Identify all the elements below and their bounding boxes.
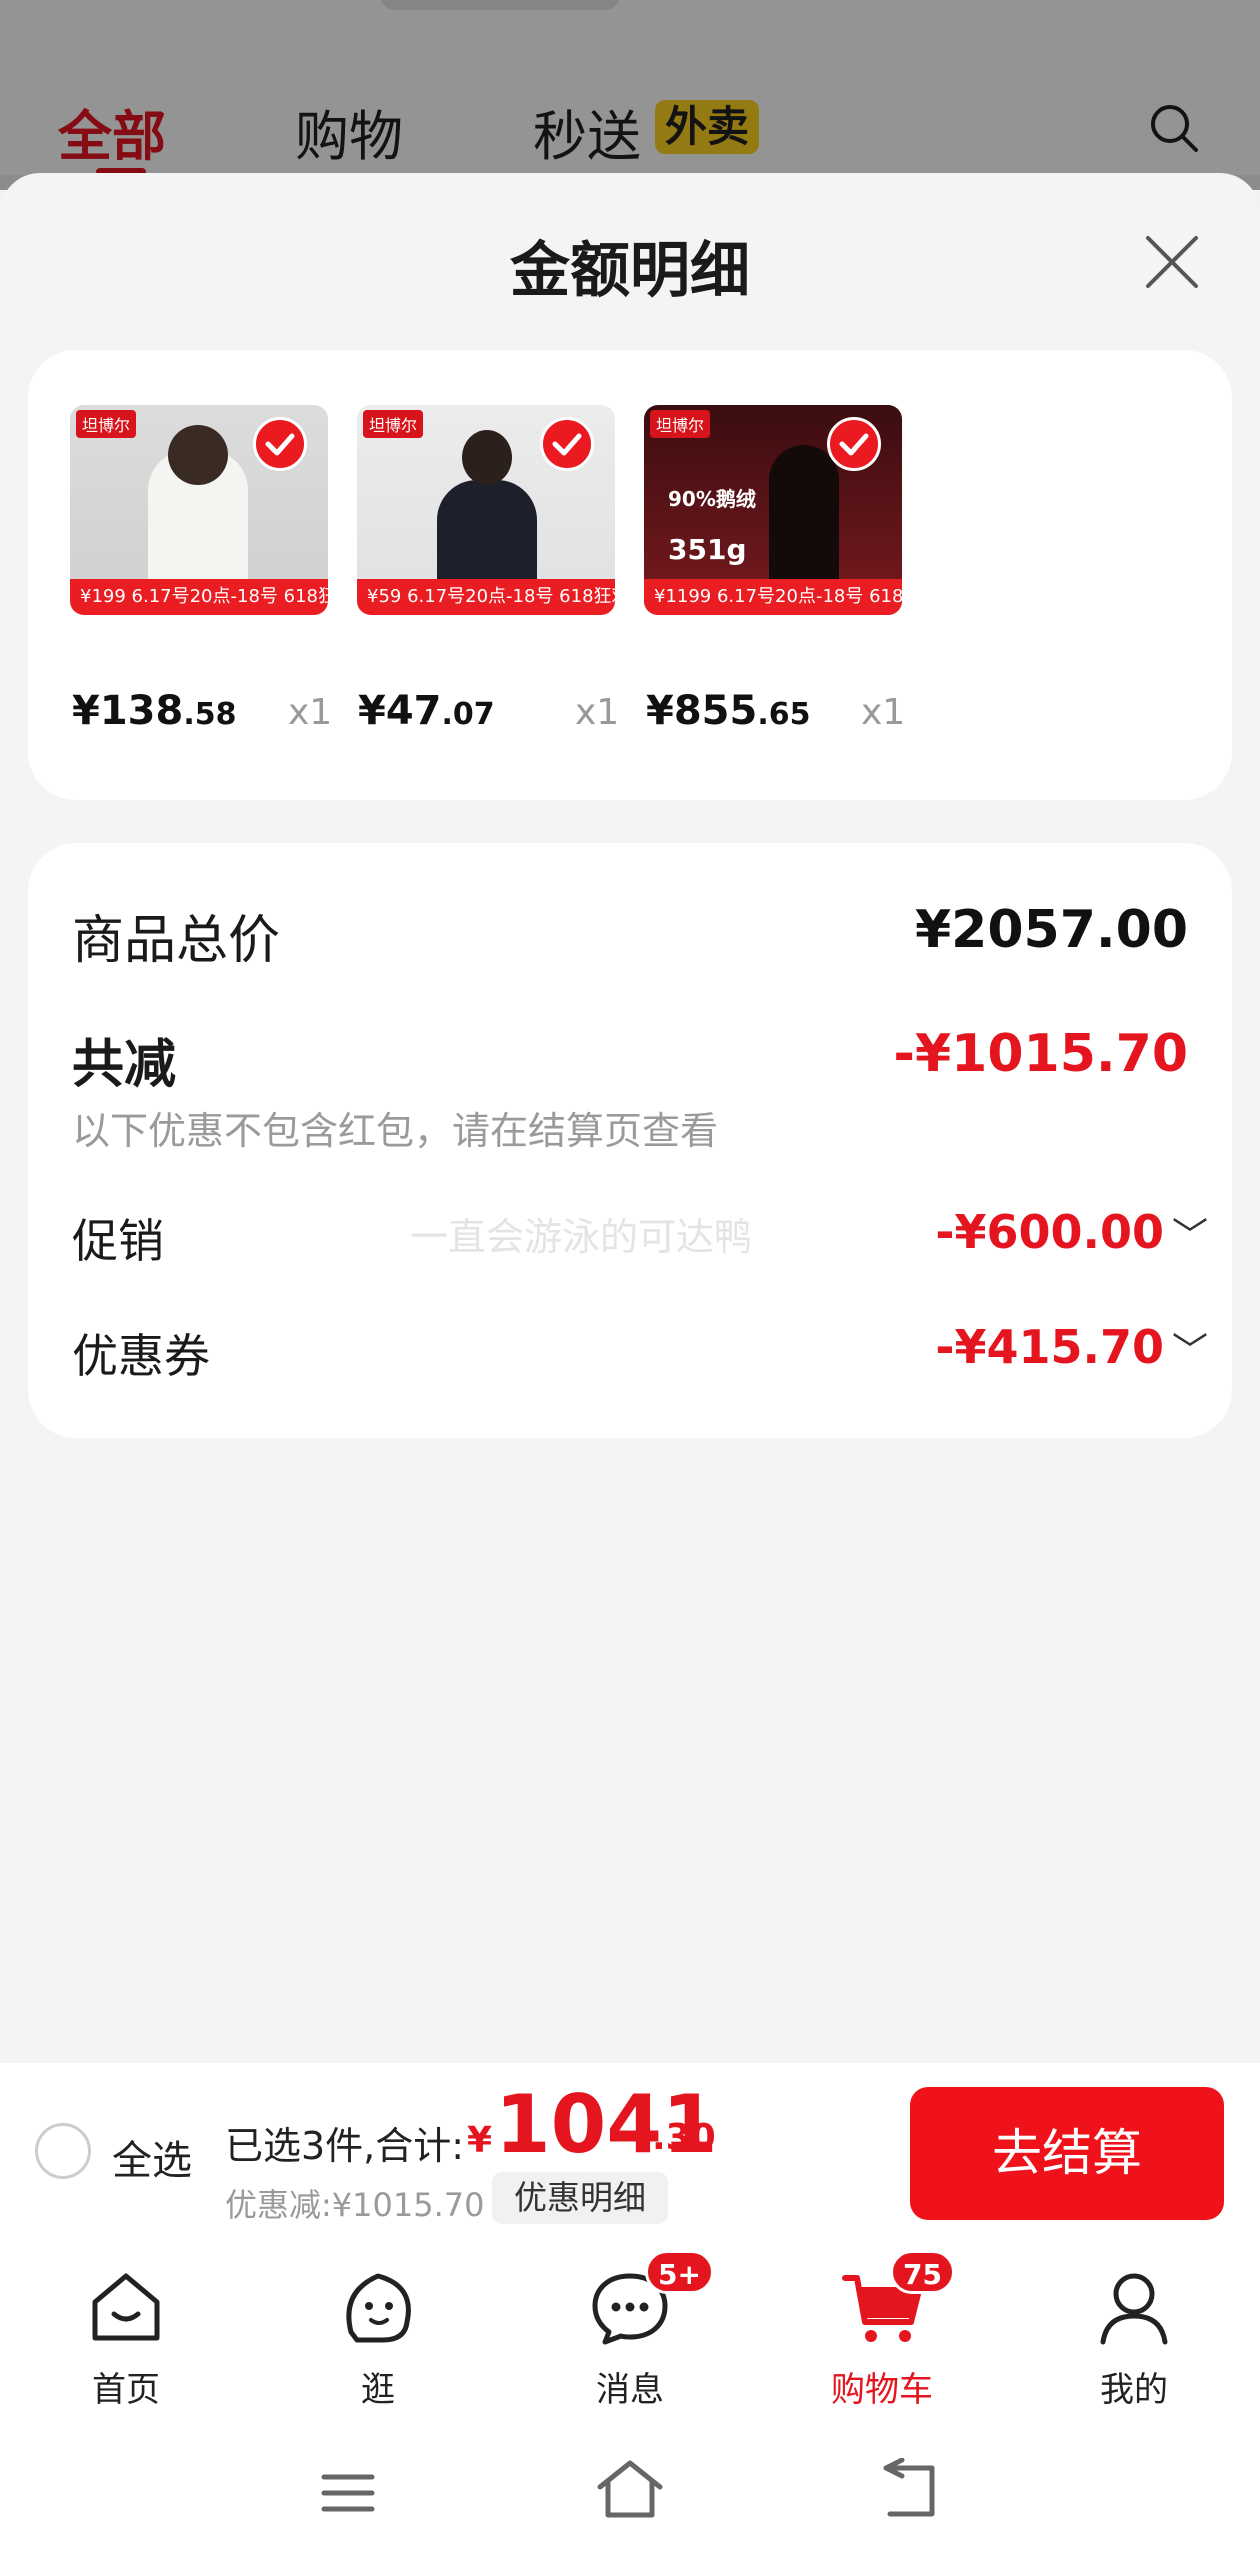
total-amount-decimal: .30 — [652, 2117, 716, 2158]
product-price: ¥138.58 — [72, 688, 237, 734]
coupon-row-toggle[interactable]: -¥415.70 ﹀ — [935, 1320, 1208, 1374]
select-all-label[interactable]: 全选 — [112, 2128, 192, 2186]
product-figure — [437, 480, 537, 580]
home-icon — [92, 2273, 160, 2341]
promo-strip: ¥59 6.17号20点-18号 618狂欢倒计时28小时 — [357, 579, 615, 615]
selected-check-icon[interactable] — [253, 417, 307, 471]
product-figure — [769, 445, 839, 580]
promo-strip: ¥199 6.17号20点-18号 618狂欢倒计时28小时 — [70, 579, 328, 615]
browse-face-icon — [346, 2273, 411, 2343]
product-price: ¥855.65 — [646, 688, 811, 734]
tabbar-label: 消息 — [596, 2370, 664, 2410]
home-nav-icon[interactable] — [594, 2455, 666, 2527]
tabbar-label: 我的 — [1100, 2370, 1168, 2410]
product-image-tshirt[interactable]: 坦博尔 ¥59 6.17号20点-18号 618狂欢倒计时28小时 — [357, 405, 615, 615]
brand-tag: 坦博尔 — [650, 410, 711, 438]
discount-amount: 优惠减:¥1015.70 — [225, 2186, 485, 2224]
total-currency: ¥ — [467, 2120, 493, 2161]
tabbar-label: 购物车 — [831, 2370, 933, 2410]
discount-note: 以下优惠不包含红包，请在结算页查看 — [72, 1109, 719, 1153]
tabbar-item-profile[interactable]: 我的 — [1054, 2262, 1214, 2411]
promo-weight-text: 351g — [668, 533, 747, 566]
selected-summary: 已选3件,合计: — [225, 2124, 465, 2168]
tabbar-item-messages[interactable]: 消息 5+ — [550, 2250, 714, 2411]
product-figure-head — [462, 430, 512, 485]
promotion-label: 促销 — [72, 1214, 164, 1268]
checkout-button[interactable]: 去结算 — [910, 2087, 1224, 2220]
selected-check-icon[interactable] — [540, 417, 594, 471]
product-quantity: x1 — [861, 692, 906, 733]
sheet-title: 金额明细 — [510, 236, 750, 306]
coupon-label: 优惠券 — [72, 1329, 210, 1383]
tabbar-item-browse[interactable]: 逛 — [298, 2262, 458, 2411]
tabbar-label: 首页 — [92, 2370, 160, 2410]
selected-check-icon[interactable] — [827, 417, 881, 471]
watermark-text: 一直会游泳的可达鸭 — [410, 1215, 753, 1259]
tabbar-item-cart[interactable]: 购物车 75 — [802, 2250, 962, 2411]
back-icon[interactable] — [880, 2458, 944, 2522]
menu-icon[interactable] — [320, 2465, 376, 2521]
promo-strip: ¥1199 6.17号20点-18号 618狂欢倒计时28小时 — [644, 579, 902, 615]
close-icon[interactable] — [1140, 230, 1204, 294]
select-all-radio[interactable] — [35, 2123, 91, 2179]
discount-detail-button[interactable]: 优惠明细 — [492, 2172, 668, 2224]
promotion-value: -¥600.00 — [935, 1205, 1164, 1259]
chevron-down-icon: ﹀ — [1171, 1331, 1208, 1372]
tabbar-label: 逛 — [361, 2370, 395, 2410]
brand-tag: 坦博尔 — [363, 410, 424, 438]
chevron-down-icon: ﹀ — [1171, 1216, 1208, 1257]
total-price-label: 商品总价 — [72, 911, 281, 971]
message-count-badge: 5+ — [645, 2250, 714, 2294]
tabbar-item-home[interactable]: 首页 — [46, 2262, 206, 2411]
promo-down-text: 90%鹅绒 — [668, 487, 756, 511]
product-price: ¥47.07 — [358, 688, 495, 734]
modal-backdrop[interactable] — [0, 0, 1260, 190]
product-image-vest[interactable]: 坦博尔 ¥199 6.17号20点-18号 618狂欢倒计时28小时 — [70, 405, 328, 615]
total-reduction-label: 共减 — [72, 1035, 177, 1095]
cart-count-badge: 75 — [890, 2250, 955, 2294]
profile-icon — [1100, 2273, 1168, 2345]
product-image-down-coat[interactable]: 坦博尔 90%鹅绒 351g ¥1199 6.17号20点-18号 618狂欢倒… — [644, 405, 902, 615]
product-quantity: x1 — [575, 692, 620, 733]
coupon-value: -¥415.70 — [935, 1320, 1164, 1374]
promotion-row-toggle[interactable]: -¥600.00 ﹀ — [935, 1205, 1208, 1259]
product-figure-head — [168, 425, 228, 485]
product-quantity: x1 — [288, 692, 333, 733]
total-price-value: ¥2057.00 — [914, 900, 1188, 960]
total-reduction-value: -¥1015.70 — [893, 1024, 1188, 1084]
brand-tag: 坦博尔 — [76, 410, 137, 438]
